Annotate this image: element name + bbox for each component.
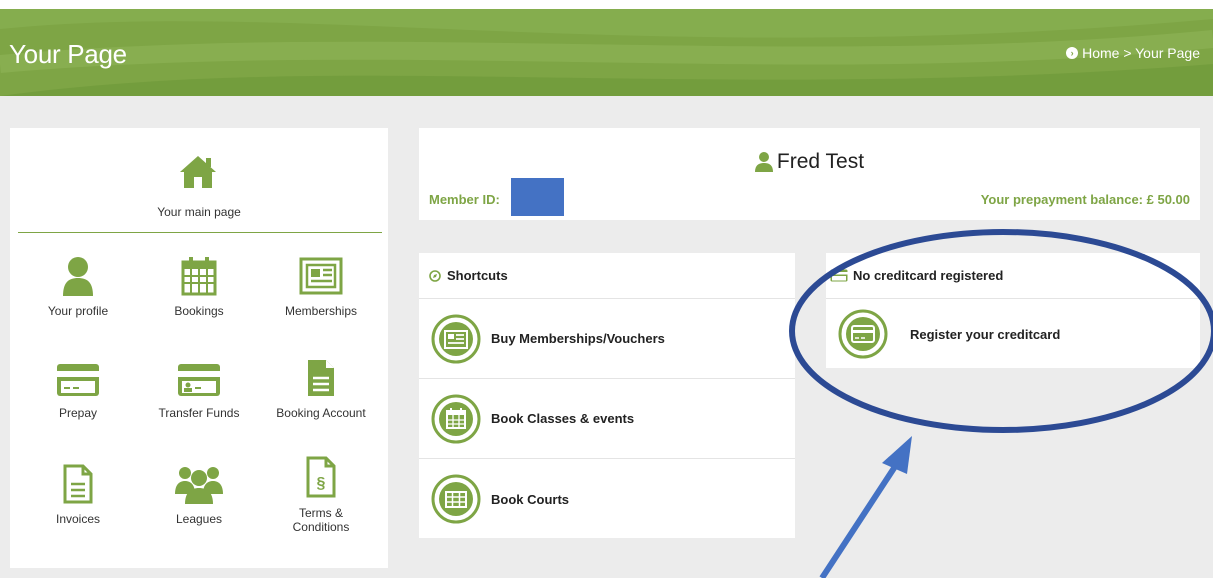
member-id-label: Member ID: [429,192,500,207]
shortcuts-header: Shortcuts [419,253,795,299]
shortcut-book-classes[interactable]: Book Classes & events [419,379,795,459]
user-icon [754,152,773,172]
nav-item-terms-conditions[interactable]: § Terms & Conditions [266,456,376,534]
nav-item-bookings[interactable]: Bookings [144,256,254,318]
divider [18,232,382,233]
breadcrumb[interactable]: › Home > Your Page [1066,45,1200,61]
nav-item-label: Memberships [284,304,358,318]
member-id-redaction [511,178,564,216]
creditcard-panel: No creditcard registered Register your c… [826,253,1200,368]
profile-card: Fred Test Member ID: Your prepayment bal… [419,128,1200,220]
newspaper-icon [299,257,343,295]
nav-item-label: Transfer Funds [158,406,240,420]
grid-icon [431,474,481,524]
main-page-link[interactable]: Your main page [10,128,388,233]
main-page-label: Your main page [157,205,241,219]
terms-icon: § [306,456,336,498]
nav-item-label: Your profile [47,304,109,318]
shortcut-label[interactable]: Buy Memberships/Vouchers [491,331,665,346]
home-icon [180,156,216,188]
calendar-icon [431,394,481,443]
nav-item-your-profile[interactable]: Your profile [23,256,133,318]
shortcut-label[interactable]: Book Courts [491,492,569,507]
user-icon [63,257,93,296]
creditcard-header: No creditcard registered [826,253,1200,299]
users-icon [175,467,223,504]
nav-item-memberships[interactable]: Memberships [266,256,376,318]
invoice-icon [63,464,93,504]
nav-item-label: Bookings [174,304,224,318]
creditcard-title: No creditcard registered [853,268,1004,283]
profile-name: Fred Test [419,150,1200,174]
register-creditcard-link[interactable]: Register your creditcard [826,299,1200,367]
svg-text:§: § [317,475,326,492]
credit-card-icon [57,364,99,396]
compass-icon [429,269,441,282]
credit-card-icon [830,269,848,282]
nav-item-label: Prepay [58,406,98,420]
breadcrumb-text[interactable]: Home > Your Page [1082,45,1200,61]
page-title: Your Page [9,39,127,69]
page-banner: Your Page › Home > Your Page [0,9,1213,96]
shortcuts-panel: Shortcuts Buy Memberships/Vouchers Book … [419,253,795,538]
shortcut-buy-memberships[interactable]: Buy Memberships/Vouchers [419,299,795,379]
nav-item-label: Leagues [175,512,223,526]
banner-waves [0,9,1213,96]
shortcut-label[interactable]: Book Classes & events [491,411,634,426]
calendar-icon [181,257,217,296]
nav-item-transfer-funds[interactable]: Transfer Funds [144,362,254,420]
prepayment-balance: Your prepayment balance: £ 50.00 [980,192,1190,207]
nav-item-invoices[interactable]: Invoices [23,464,133,526]
document-icon [308,360,334,396]
nav-item-booking-account[interactable]: Booking Account [266,358,376,420]
nav-item-label: Invoices [55,512,101,526]
top-strip [0,0,1213,9]
credit-card-icon [838,309,888,359]
register-creditcard-label[interactable]: Register your creditcard [910,327,1060,342]
id-card-icon [178,364,220,396]
navigation-panel: Your main page Your profile Bookings Mem… [10,128,388,568]
nav-item-leagues[interactable]: Leagues [144,464,254,526]
content-area: Your main page Your profile Bookings Mem… [0,96,1213,578]
nav-item-prepay[interactable]: Prepay [23,362,133,420]
shortcuts-title: Shortcuts [447,268,508,283]
chevron-right-circle-icon: › [1066,47,1079,59]
profile-name-text: Fred Test [776,150,865,173]
newspaper-icon [431,314,481,363]
shortcut-book-courts[interactable]: Book Courts [419,459,795,539]
nav-item-label: Booking Account [276,406,366,420]
nav-item-label: Terms & Conditions [292,506,350,534]
